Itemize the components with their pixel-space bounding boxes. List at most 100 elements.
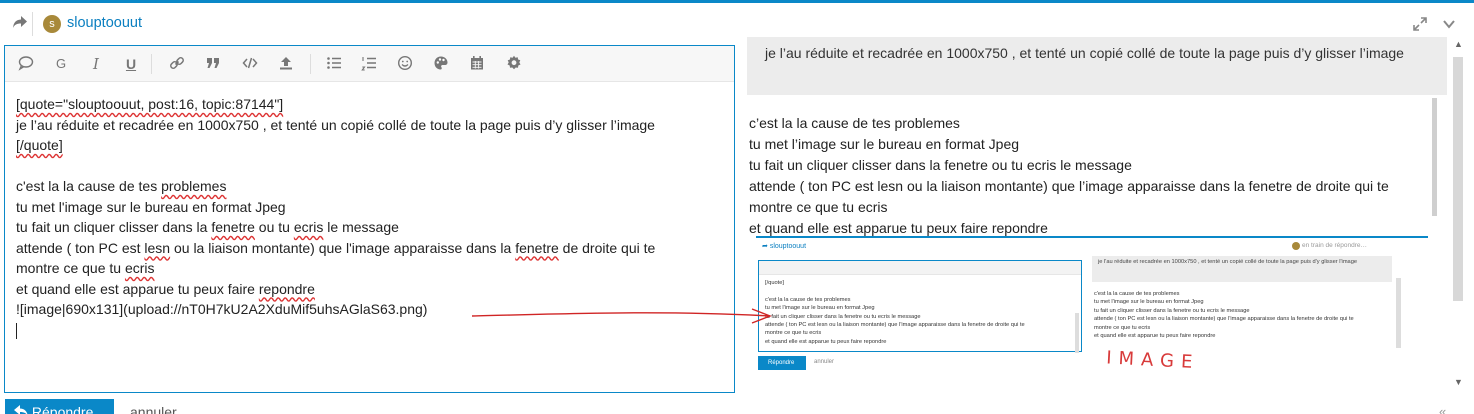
editor-toolbar: G I U [5, 46, 734, 82]
editor-line-9b: ecris [124, 260, 155, 276]
editor-line: attende ( ton PC est lesn ou la liaison … [16, 238, 726, 259]
editor-line-6: tu met l'image sur le bureau en format J… [16, 198, 286, 215]
editor-line-8d: fenetre [515, 239, 559, 256]
text-cursor [16, 322, 17, 339]
editor-line-10a: et quand elle est apparue tu peux faire [16, 280, 259, 297]
screenshot-editor-line: c'est la la cause de tes problemes [765, 296, 851, 303]
editor-line-10b: repondre [258, 280, 315, 297]
editor-line-7c: ou tu [254, 219, 294, 235]
preview-quote-text: je l’au réduite et recadrée en 1000x750 … [765, 45, 1404, 61]
editor-line-9a: montre ce que tu [16, 260, 125, 276]
editor-line: c'est la la cause de tes problemes [16, 176, 726, 197]
scrollbar-thumb[interactable] [1453, 57, 1463, 301]
fullscreen-icon[interactable] [1413, 17, 1427, 31]
preview-line: c’est la la cause de tes problemes [749, 115, 960, 131]
reply-to-username[interactable]: slouptoouut [67, 15, 142, 31]
preview-embedded-screenshot[interactable]: ➦ slouptoouut en train de répondre… [/qu… [756, 236, 1428, 376]
screenshot-reply-button: Répondre [758, 356, 806, 370]
toolbar-divider [310, 54, 311, 74]
screenshot-editor-line: et quand elle est apparue tu peux faire … [765, 338, 887, 345]
preview-line: montre ce que tu ecris [749, 199, 888, 215]
header-divider [32, 12, 33, 36]
italic-icon[interactable]: I [87, 55, 105, 73]
upload-icon[interactable] [277, 55, 295, 73]
composer-editor[interactable]: G I U [quote="slouptoouut, post:16, topi… [4, 45, 735, 393]
screenshot-preview-line: attende ( ton PC est lesn ou la liaison … [1094, 316, 1354, 323]
editor-line-7d: ecris [293, 219, 324, 235]
screenshot-preview-line: tu met l'image sur le bureau en format J… [1094, 299, 1204, 306]
editor-textarea[interactable]: [quote="slouptoouut, post:16, topic:8714… [16, 94, 726, 340]
reply-button-label: Répondre [31, 404, 94, 414]
numbered-list-icon[interactable] [360, 55, 378, 73]
link-icon[interactable] [168, 55, 186, 73]
reply-button[interactable]: Répondre [5, 399, 114, 414]
page-scrollbar[interactable]: ▲ ▼ [1450, 37, 1468, 397]
screenshot-avatar [1292, 242, 1300, 250]
reply-arrow-icon[interactable] [12, 15, 28, 29]
editor-line: ![image|690x131](upload://nT0H7kU2A2XduM… [16, 299, 726, 320]
editor-line-11: ![image|690x131](upload://nT0H7kU2A2XduM… [16, 301, 428, 317]
editor-line-8c: ou la liaison montante) que l'image appa… [170, 239, 516, 256]
gear-icon[interactable] [505, 55, 523, 73]
code-icon[interactable] [241, 55, 259, 73]
editor-line-1: [quote="slouptoouut, post:16, topic:8714… [16, 96, 284, 112]
editor-line: et quand elle est apparue tu peux faire … [16, 279, 726, 300]
emoji-icon[interactable] [396, 55, 414, 73]
editor-line [16, 320, 726, 341]
editor-line: je l’au réduite et recadrée en 1000x750 … [16, 115, 726, 136]
preview-line: attende ( ton PC est lesn ou la liaison … [749, 178, 1389, 194]
editor-line-7e: le message [323, 219, 399, 235]
screenshot-editor-line: [/quote] [765, 280, 784, 286]
preview-body: c’est la la cause de tes problemes tu me… [749, 113, 1449, 239]
screenshot-preview-line: montre ce que tu ecris [1094, 324, 1151, 331]
cancel-link[interactable]: annuler [130, 404, 177, 414]
screenshot-preview-line: c'est la la cause de tes problemes [1094, 291, 1180, 297]
editor-line: [/quote] [16, 135, 726, 156]
preview-line: tu fait un cliquer clisser dans la fenet… [749, 157, 1132, 173]
editor-line: montre ce que tu ecris [16, 258, 726, 279]
screenshot-editor-line: tu met l'image sur le bureau en format J… [765, 305, 875, 312]
preview-scrollbar-thumb[interactable] [1432, 98, 1437, 216]
screenshot-editor-text: [/quote] c'est la la cause de tes proble… [765, 279, 1025, 346]
screenshot-preview-line: tu fait un cliquer clisser dans la fenet… [1094, 307, 1250, 314]
screenshot-editor-line: attende ( ton PC est lesn ou la liaison … [765, 322, 1025, 329]
screenshot-preview-scrollbar [1396, 278, 1401, 348]
screenshot-preview-text: c'est la la cause de tes problemes tu me… [1094, 290, 1354, 340]
screenshot-quote: je l'au réduite et recadrée en 1000x750 … [1092, 256, 1392, 282]
underline-icon[interactable]: U [122, 55, 140, 73]
editor-line-5b: problemes [161, 178, 227, 194]
palette-icon[interactable] [432, 55, 450, 73]
editor-line-3: [/quote] [16, 137, 63, 153]
bullet-list-icon[interactable] [325, 55, 343, 73]
editor-line-7a: tu fait un cliquer clisser dans la [16, 219, 212, 235]
editor-line: tu met l'image sur le bureau en format J… [16, 197, 726, 218]
scroll-down-arrow-icon[interactable]: ▼ [1454, 377, 1463, 387]
editor-blank-line [16, 156, 726, 177]
composer-preview: je l’au réduite et recadrée en 1000x750 … [737, 37, 1450, 397]
screenshot-preview-line: et quand elle est apparue tu peux faire … [1094, 333, 1216, 340]
editor-line: tu fait un cliquer clisser dans la fenet… [16, 217, 726, 238]
screenshot-editor-line: montre ce que tu ecris [765, 330, 822, 337]
screenshot-editor: [/quote] c'est la la cause de tes proble… [758, 260, 1082, 353]
quote-icon[interactable] [204, 55, 222, 73]
handwritten-annotation: IMAGE [1105, 347, 1200, 374]
screenshot-cancel-link: annuler [814, 359, 835, 365]
screenshot-editor-scrollbar [1075, 313, 1079, 353]
reply-arrow-icon [14, 405, 28, 414]
screenshot-username: ➦ slouptoouut [762, 243, 807, 250]
editor-line: [quote="slouptoouut, post:16, topic:8714… [16, 94, 726, 115]
scroll-up-arrow-icon[interactable]: ▲ [1454, 39, 1463, 49]
g-icon[interactable]: G [52, 55, 70, 73]
screenshot-editor-line: tu fait un cliquer clisser dans la fenet… [765, 313, 921, 320]
speech-bubble-icon[interactable] [17, 55, 35, 73]
editor-line-8e: de droite qui te [558, 239, 656, 256]
preview-line: tu met l’image sur le bureau en format J… [749, 136, 1020, 152]
toolbar-divider [151, 54, 152, 74]
chevron-down-icon[interactable] [1442, 17, 1456, 31]
calendar-icon[interactable] [468, 55, 486, 73]
hide-preview-icon[interactable]: « [1439, 404, 1446, 414]
screenshot-toolbar [759, 261, 1081, 275]
editor-line-5a: c'est la la cause de tes [16, 178, 162, 194]
editor-line-7b: fenetre [211, 219, 255, 235]
avatar[interactable]: s [43, 15, 61, 33]
